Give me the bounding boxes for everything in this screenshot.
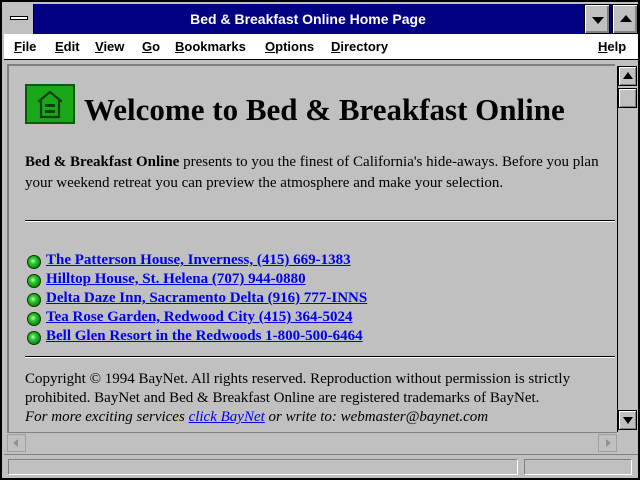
status-bar [4,454,638,478]
green-ball-bullet-icon [27,293,41,307]
house-icon [38,91,62,119]
menu-options[interactable]: Options [265,39,314,54]
equal-housing-house-icon [25,84,75,124]
maximize-button[interactable] [612,4,638,34]
scroll-right-button[interactable] [598,434,617,452]
divider-top [25,220,615,222]
menu-directory-mnemonic: D [331,39,341,54]
system-menu-button[interactable] [4,4,34,34]
green-ball-bullet-icon [27,255,41,269]
status-progress-panel [524,459,632,475]
arrow-left-icon [13,439,18,447]
arrow-right-icon [606,439,611,447]
menu-edit[interactable]: Edit [55,39,80,54]
status-message-panel [8,459,518,475]
intro-paragraph: Bed & Breakfast Online presents to you t… [25,152,615,194]
tea-rose-garden-link[interactable]: Tea Rose Garden, Redwood City (415) 364-… [46,309,353,326]
menu-go-mnemonic: G [142,39,153,54]
footer: Copyright © 1994 BayNet. All rights rese… [25,370,615,427]
page-heading: Welcome to Bed & Breakfast Online [84,92,565,127]
menu-edit-label: dit [63,39,80,54]
menu-file[interactable]: File [14,39,36,54]
menu-help[interactable]: Help [598,39,626,54]
menu-help-mnemonic: H [598,39,608,54]
arrow-up-icon [623,72,633,79]
horizontal-scrollbar[interactable] [7,432,617,452]
menu-bookmarks[interactable]: Bookmarks [175,39,246,54]
menu-options-mnemonic: O [265,39,276,54]
vertical-scrollbar[interactable] [617,66,637,432]
menu-bar: File Edit View Go Bookmarks Options Dire… [4,34,638,60]
menu-file-label: ile [21,39,37,54]
menu-help-label: elp [607,39,627,54]
menu-go[interactable]: Go [142,39,160,54]
window-title: Bed & Breakfast Online Home Page [190,11,426,27]
contact-line: For more exciting services click BayNet … [25,408,615,427]
green-ball-bullet-icon [27,331,41,345]
document-view[interactable]: Welcome to Bed & Breakfast Online Bed & … [7,64,615,432]
minimize-icon [592,17,604,24]
menu-edit-mnemonic: E [55,39,64,54]
green-ball-bullet-icon [27,274,41,288]
hilltop-house-link[interactable]: Hilltop House, St. Helena (707) 944-0880 [46,271,306,288]
scroll-track[interactable] [618,88,637,410]
patterson-house-link[interactable]: The Patterson House, Inverness, (415) 66… [46,252,351,269]
menu-bookmarks-label: ookmarks [184,39,246,54]
contact-suffix: or write to: webmaster@baynet.com [264,409,489,425]
menu-go-label: o [152,39,161,54]
menu-view-label: iew [103,39,125,54]
delta-daze-inn-link[interactable]: Delta Daze Inn, Sacramento Delta (916) 7… [46,290,367,307]
browser-window: Bed & Breakfast Online Home Page File Ed… [0,0,640,480]
minimize-button[interactable] [584,4,610,34]
scroll-left-button[interactable] [7,434,26,452]
scrollbar-corner [617,432,637,452]
title-bar: Bed & Breakfast Online Home Page [4,4,638,34]
menu-view[interactable]: View [95,39,124,54]
scroll-down-button[interactable] [618,410,637,430]
menu-directory-label: irectory [340,39,389,54]
scroll-thumb[interactable] [618,88,637,108]
menu-directory[interactable]: Directory [331,39,388,54]
menu-bookmarks-mnemonic: B [175,39,185,54]
contact-prefix: For more exciting services [25,409,189,425]
menu-options-label: ptions [275,39,315,54]
maximize-icon [620,15,632,22]
bell-glen-resort-link[interactable]: Bell Glen Resort in the Redwoods 1-800-5… [46,328,363,345]
menu-file-mnemonic: F [14,39,22,54]
system-menu-icon [10,16,28,20]
scroll-up-button[interactable] [618,66,637,86]
divider-bottom [25,356,615,358]
copyright-text: Copyright © 1994 BayNet. All rights rese… [25,371,571,406]
arrow-down-icon [623,417,633,424]
green-ball-bullet-icon [27,312,41,326]
intro-brand: Bed & Breakfast Online [25,154,180,170]
click-baynet-link[interactable]: click BayNet [189,409,265,425]
